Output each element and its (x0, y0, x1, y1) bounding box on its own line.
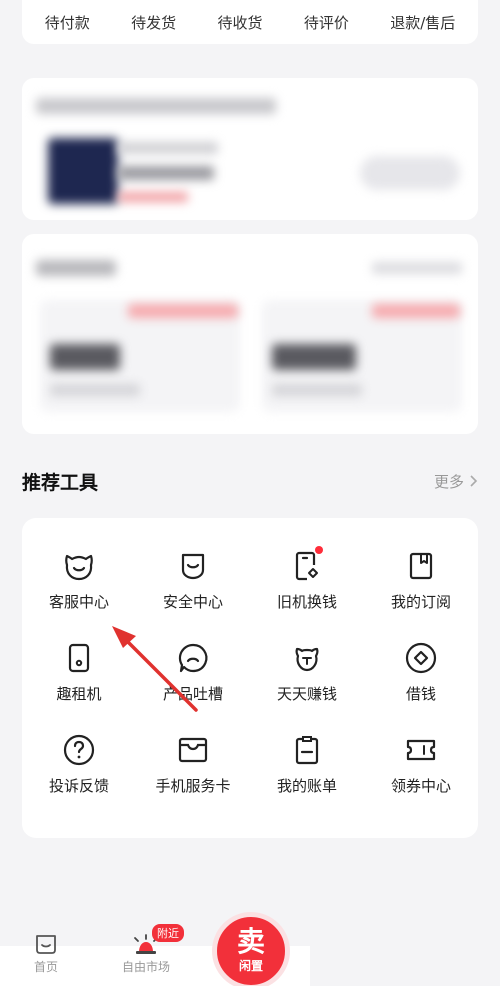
feedback-face-icon (175, 640, 211, 676)
tab-pending-payment[interactable]: 待付款 (45, 12, 90, 33)
nav-market-label: 自由市场 (122, 960, 171, 974)
tool-complaint-feedback[interactable]: 投诉反馈 (22, 732, 136, 796)
tool-earn-money[interactable]: 天天赚钱 (250, 640, 364, 704)
tool-trade-in[interactable]: 旧机换钱 (250, 546, 364, 612)
nearby-badge: 附近 (152, 924, 184, 942)
tool-label: 客服中心 (48, 593, 109, 611)
tool-label: 我的订阅 (390, 593, 451, 611)
tab-pending-review[interactable]: 待评价 (304, 12, 349, 33)
tools-header: 推荐工具 更多 (22, 466, 478, 496)
tools-card: 客服中心 安全中心 旧机换钱 我的订阅 趣租机 产品吐槽 天天赚钱 借钱 投诉反… (22, 518, 478, 838)
more-label: 更多 (433, 472, 464, 491)
tool-product-feedback[interactable]: 产品吐槽 (136, 640, 250, 704)
service-card-icon (175, 732, 211, 768)
tool-label: 领券中心 (390, 777, 451, 795)
tools-more-link[interactable]: 更多 (434, 471, 478, 492)
blurred-recycle-card (22, 234, 478, 434)
tool-label: 趣租机 (56, 685, 102, 703)
tool-phone-service-card[interactable]: 手机服务卡 (136, 732, 250, 796)
tool-label: 天天赚钱 (276, 685, 337, 703)
tab-refund-aftersale[interactable]: 退款/售后 (390, 12, 455, 33)
tool-label: 旧机换钱 (276, 593, 337, 611)
loan-icon (403, 640, 439, 676)
tool-label: 安全中心 (162, 593, 223, 611)
sell-main-label: 卖 (236, 925, 265, 958)
sell-idle-button[interactable]: 卖 闲置 (212, 912, 290, 986)
tool-customer-service[interactable]: 客服中心 (22, 548, 136, 612)
bill-icon (289, 732, 325, 768)
tab-pending-shipment[interactable]: 待发货 (131, 12, 176, 33)
tools-title: 推荐工具 (22, 471, 99, 494)
coupon-icon (403, 732, 439, 768)
nav-home[interactable]: 首页 (34, 932, 58, 975)
sell-sub-label: 闲置 (238, 959, 263, 973)
tool-my-subscriptions[interactable]: 我的订阅 (364, 548, 478, 612)
home-icon (36, 935, 56, 954)
nav-home-label: 首页 (34, 960, 59, 974)
tool-label: 产品吐槽 (162, 685, 223, 703)
shield-icon (175, 548, 211, 584)
tool-label: 我的账单 (276, 777, 337, 795)
trade-in-icon (289, 546, 325, 584)
question-icon (61, 732, 97, 768)
bookmark-icon (403, 548, 439, 584)
order-status-bar: 待付款 待发货 待收货 待评价 退款/售后 (22, 0, 478, 44)
tool-rent-phone[interactable]: 趣租机 (22, 640, 136, 704)
chevron-right-icon (470, 475, 478, 487)
earn-money-icon (289, 640, 325, 676)
rent-phone-icon (61, 640, 97, 676)
tool-loan[interactable]: 借钱 (364, 640, 478, 704)
tool-label: 手机服务卡 (155, 777, 231, 795)
notification-dot (315, 546, 323, 554)
tool-coupon-center[interactable]: 领券中心 (364, 732, 478, 796)
tool-label: 借钱 (405, 685, 436, 703)
tool-label: 投诉反馈 (48, 777, 109, 795)
blurred-order-card (22, 78, 478, 220)
tab-pending-receipt[interactable]: 待收货 (217, 12, 262, 33)
customer-service-icon (61, 548, 97, 584)
tool-security-center[interactable]: 安全中心 (136, 548, 250, 612)
tool-my-bill[interactable]: 我的账单 (250, 732, 364, 796)
